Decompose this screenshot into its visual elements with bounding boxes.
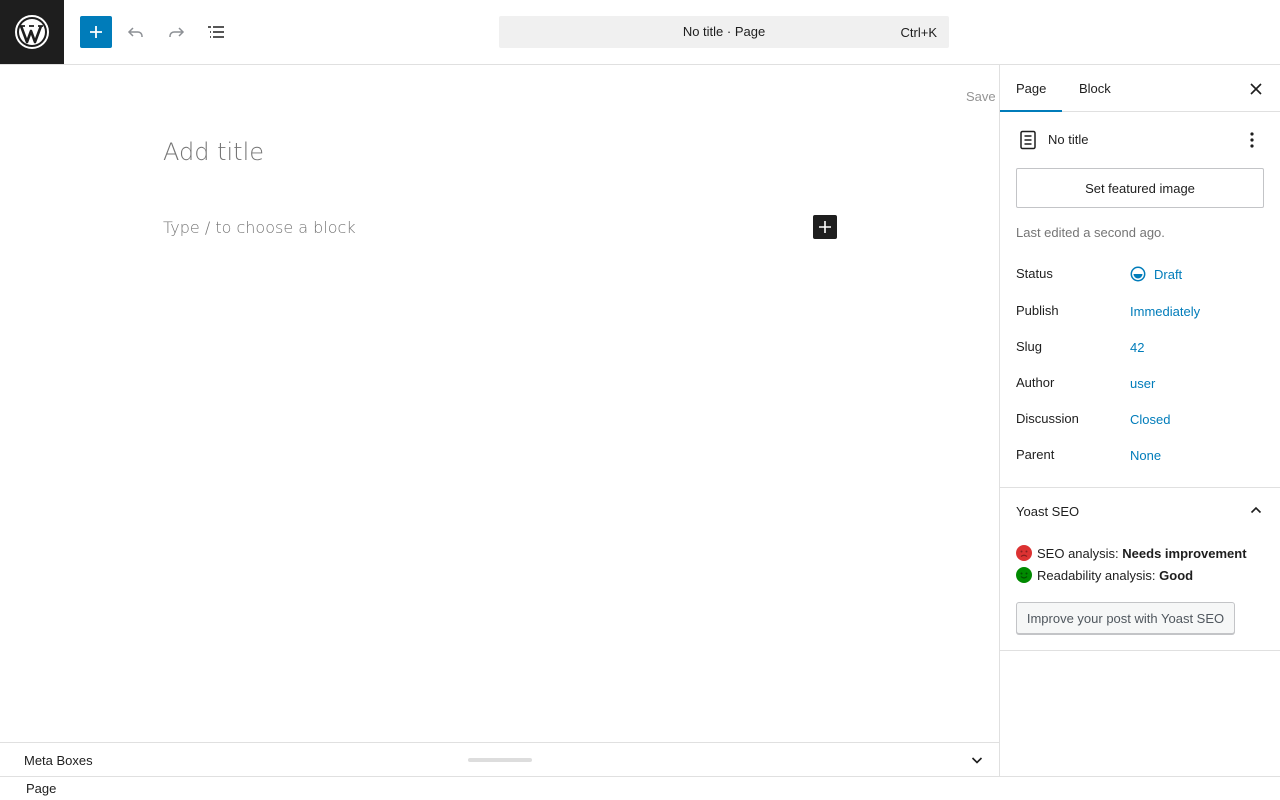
title-input[interactable]: Add title xyxy=(163,138,264,166)
save-button[interactable]: Save xyxy=(966,89,996,104)
last-edited-text: Last edited a second ago. xyxy=(1016,225,1165,240)
document-title: No title xyxy=(1048,132,1089,147)
more-vertical-icon xyxy=(1250,132,1254,148)
meta-row-publish: Publish Immediately xyxy=(1016,303,1264,323)
happy-face-icon xyxy=(1016,567,1032,583)
readability-analysis-row: Readability analysis: Good xyxy=(1016,567,1193,585)
tab-block[interactable]: Block xyxy=(1063,65,1127,112)
meta-row-discussion: Discussion Closed xyxy=(1016,411,1264,431)
meta-row-author: Author user xyxy=(1016,375,1264,395)
close-sidebar-button[interactable] xyxy=(1244,77,1268,101)
meta-label: Parent xyxy=(1016,447,1055,462)
status-value-button[interactable]: Draft xyxy=(1154,267,1182,282)
yoast-panel-title[interactable]: Yoast SEO xyxy=(1016,504,1079,519)
block-inserter-button[interactable] xyxy=(80,16,112,48)
plus-icon xyxy=(819,221,831,233)
seo-analysis-label: SEO analysis: xyxy=(1037,546,1119,561)
page-icon xyxy=(1016,128,1040,152)
meta-label: Slug xyxy=(1016,339,1043,354)
undo-icon xyxy=(127,27,143,37)
document-actions-button[interactable] xyxy=(1240,128,1264,152)
set-featured-image-button[interactable]: Set featured image xyxy=(1016,168,1264,208)
editor-header: No title · Page Ctrl+K xyxy=(0,0,1280,65)
meta-boxes-panel: Meta Boxes xyxy=(0,742,999,776)
sidebar-tabs: Page Block xyxy=(1000,65,1280,112)
document-title-label: No title · Page xyxy=(682,24,766,39)
chevron-up-icon xyxy=(1250,506,1262,514)
meta-row-status: Status Draft xyxy=(1016,266,1264,286)
resize-handle[interactable] xyxy=(468,758,532,762)
block-breadcrumb-bar: Page xyxy=(0,776,1280,800)
seo-analysis-value: Needs improvement xyxy=(1122,546,1247,561)
wordpress-logo-icon[interactable] xyxy=(0,0,64,64)
parent-value-button[interactable]: None xyxy=(1130,448,1161,463)
close-icon xyxy=(1250,83,1262,95)
settings-sidebar: Page Block No title Set featured image L… xyxy=(999,65,1280,776)
section-divider xyxy=(1000,487,1280,488)
redo-icon xyxy=(169,27,185,37)
editor-canvas: Save Add title Type / to choose a block xyxy=(0,65,999,742)
improve-with-yoast-button[interactable]: Improve your post with Yoast SEO xyxy=(1016,602,1235,634)
inline-block-inserter-button[interactable] xyxy=(813,215,837,239)
draft-status-icon xyxy=(1130,266,1146,282)
slug-value-button[interactable]: 42 xyxy=(1130,340,1144,355)
tab-page[interactable]: Page xyxy=(1000,65,1063,112)
readability-analysis-label: Readability analysis: xyxy=(1037,568,1156,583)
list-view-icon xyxy=(208,26,224,38)
publish-value-button[interactable]: Immediately xyxy=(1130,304,1200,319)
readability-analysis-value: Good xyxy=(1159,568,1194,583)
yoast-panel-toggle[interactable] xyxy=(1248,502,1264,518)
shortcut-hint: Ctrl+K xyxy=(900,25,937,40)
plus-icon xyxy=(90,26,102,38)
document-overview-button[interactable] xyxy=(200,16,232,48)
meta-label: Publish xyxy=(1016,303,1059,318)
meta-row-parent: Parent None xyxy=(1016,447,1264,467)
meta-row-slug: Slug 42 xyxy=(1016,339,1264,359)
sad-face-icon xyxy=(1016,545,1032,561)
meta-label: Status xyxy=(1016,266,1053,281)
undo-button[interactable] xyxy=(120,16,152,48)
discussion-value-button[interactable]: Closed xyxy=(1130,412,1170,427)
redo-button[interactable] xyxy=(160,16,192,48)
seo-analysis-row: SEO analysis: Needs improvement xyxy=(1016,545,1247,563)
meta-boxes-title[interactable]: Meta Boxes xyxy=(24,753,93,768)
section-divider xyxy=(1000,650,1280,651)
chevron-down-icon xyxy=(971,757,983,764)
meta-label: Author xyxy=(1016,375,1055,390)
block-placeholder[interactable]: Type / to choose a block xyxy=(163,218,356,237)
author-value-button[interactable]: user xyxy=(1130,376,1155,391)
meta-boxes-toggle[interactable] xyxy=(969,752,985,768)
document-summary: No title xyxy=(1016,128,1264,152)
meta-label: Discussion xyxy=(1016,411,1079,426)
command-palette-bar[interactable]: No title · Page Ctrl+K xyxy=(499,16,949,48)
breadcrumb-page[interactable]: Page xyxy=(26,781,56,796)
